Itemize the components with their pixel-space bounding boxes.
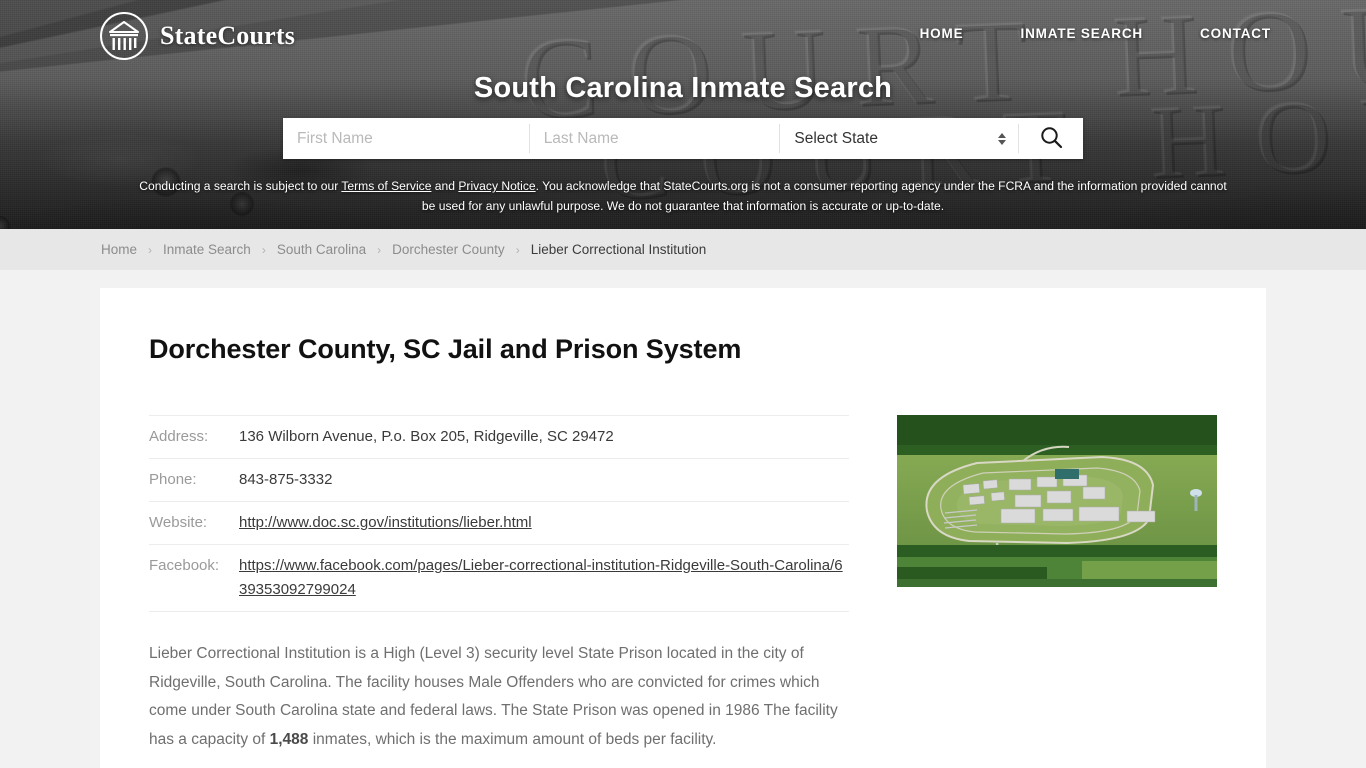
search-submit-button[interactable] bbox=[1019, 118, 1083, 159]
chevron-right-icon: › bbox=[515, 242, 520, 257]
page-hero-title: South Carolina Inmate Search bbox=[473, 72, 893, 104]
facebook-label: Facebook: bbox=[149, 544, 239, 612]
courthouse-circle-icon bbox=[99, 11, 149, 61]
facility-details-section: Address: 136 Wilborn Avenue, P.o. Box 20… bbox=[149, 415, 1217, 754]
facility-info-table: Address: 136 Wilborn Avenue, P.o. Box 20… bbox=[149, 415, 849, 612]
nav-item-home[interactable]: HOME bbox=[920, 26, 964, 41]
address-value: 136 Wilborn Avenue, P.o. Box 205, Ridgev… bbox=[239, 415, 849, 459]
search-icon bbox=[1039, 125, 1064, 153]
address-label: Address: bbox=[149, 415, 239, 459]
table-row: Website: http://www.doc.sc.gov/instituti… bbox=[149, 501, 849, 545]
breadcrumb-item-south-carolina[interactable]: South Carolina bbox=[277, 242, 366, 257]
page-title: Dorchester County, SC Jail and Prison Sy… bbox=[149, 334, 742, 364]
chevron-right-icon: › bbox=[261, 242, 266, 257]
breadcrumb-item-current: Lieber Correctional Institution bbox=[530, 242, 707, 257]
terms-of-service-link[interactable]: Terms of Service bbox=[341, 179, 431, 193]
phone-value: 843-875-3332 bbox=[239, 458, 849, 502]
chevron-right-icon: › bbox=[148, 242, 153, 257]
phone-label: Phone: bbox=[149, 458, 239, 502]
capacity-value: 1,488 bbox=[269, 730, 309, 748]
facility-details-right-column bbox=[897, 415, 1217, 587]
brand-logo[interactable]: StateCourts bbox=[99, 11, 295, 61]
chevron-right-icon: › bbox=[377, 242, 382, 257]
facility-aerial-photo bbox=[897, 415, 1217, 587]
table-row: Phone: 843-875-3332 bbox=[149, 458, 849, 502]
facility-details-left-column: Address: 136 Wilborn Avenue, P.o. Box 20… bbox=[149, 415, 849, 754]
description-text-after: inmates, which is the maximum amount of … bbox=[308, 730, 717, 748]
website-label: Website: bbox=[149, 501, 239, 545]
main-navigation: HOME INMATE SEARCH CONTACT bbox=[920, 26, 1271, 41]
last-name-input[interactable] bbox=[529, 118, 780, 159]
first-name-input[interactable] bbox=[283, 118, 529, 159]
website-cell: http://www.doc.sc.gov/institutions/liebe… bbox=[239, 501, 849, 545]
facebook-link[interactable]: https://www.facebook.com/pages/Lieber-co… bbox=[239, 557, 843, 598]
table-row: Address: 136 Wilborn Avenue, P.o. Box 20… bbox=[149, 415, 849, 459]
state-select[interactable]: Select State bbox=[780, 118, 1018, 159]
search-disclaimer: Conducting a search is subject to our Te… bbox=[133, 176, 1233, 216]
content-card: Dorchester County, SC Jail and Prison Sy… bbox=[100, 288, 1266, 768]
brand-name: StateCourts bbox=[160, 21, 296, 50]
disclaimer-text-part3: . You acknowledge that StateCourts.org i… bbox=[421, 179, 1227, 213]
website-link[interactable]: http://www.doc.sc.gov/institutions/liebe… bbox=[239, 514, 532, 531]
privacy-notice-link[interactable]: Privacy Notice bbox=[458, 179, 535, 193]
chevron-updown-icon bbox=[998, 132, 1007, 145]
breadcrumb-bar: Home › Inmate Search › South Carolina › … bbox=[0, 229, 1366, 270]
breadcrumb-item-inmate-search[interactable]: Inmate Search bbox=[163, 242, 251, 257]
breadcrumb-item-dorchester-county[interactable]: Dorchester County bbox=[392, 242, 505, 257]
breadcrumb: Home › Inmate Search › South Carolina › … bbox=[101, 242, 706, 257]
table-row: Facebook: https://www.facebook.com/pages… bbox=[149, 544, 849, 612]
facebook-cell: https://www.facebook.com/pages/Lieber-co… bbox=[239, 544, 849, 612]
nav-item-contact[interactable]: CONTACT bbox=[1200, 26, 1271, 41]
disclaimer-text-part1: Conducting a search is subject to our bbox=[139, 179, 342, 193]
site-header: COURT HOUSE COURT HOUSE StateCourts HOME… bbox=[0, 0, 1366, 229]
nav-item-inmate-search[interactable]: INMATE SEARCH bbox=[1020, 26, 1143, 41]
disclaimer-text-part2: and bbox=[431, 179, 459, 193]
state-select-value: Select State bbox=[794, 129, 878, 147]
facility-description: Lieber Correctional Institution is a Hig… bbox=[149, 640, 849, 754]
inmate-search-form: Select State bbox=[283, 118, 1083, 159]
breadcrumb-item-home[interactable]: Home bbox=[101, 242, 137, 257]
